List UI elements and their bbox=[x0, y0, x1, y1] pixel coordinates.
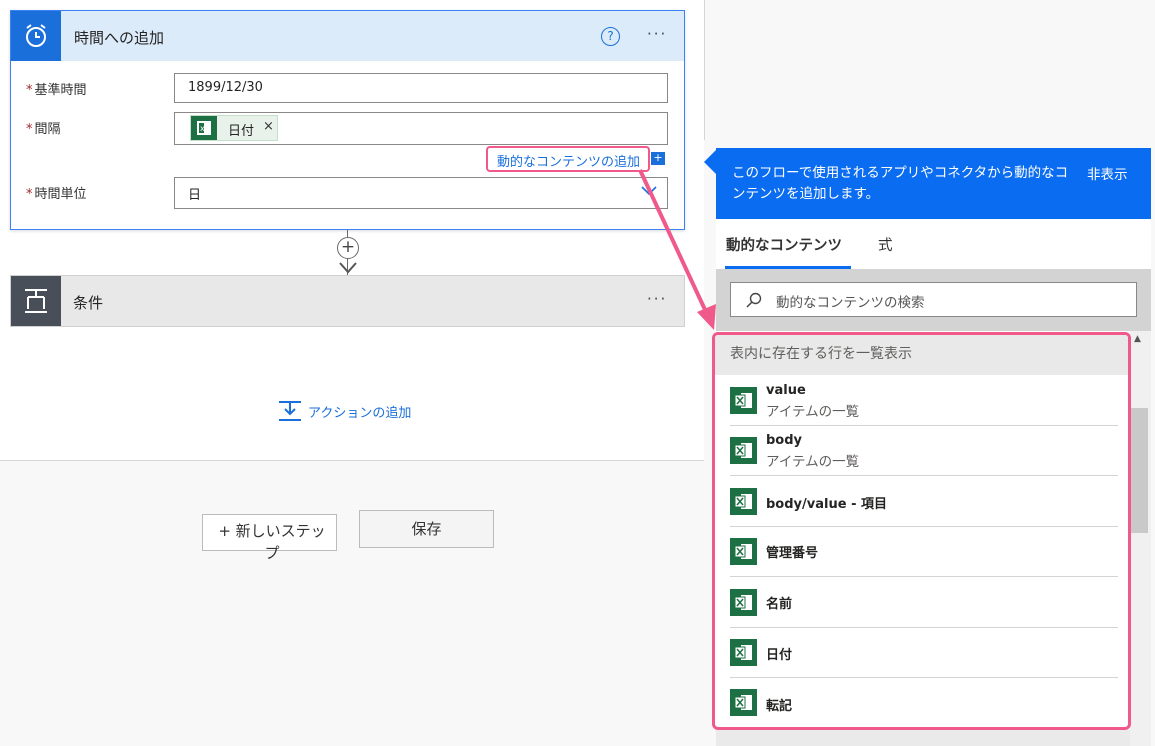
excel-icon bbox=[730, 488, 757, 515]
new-step-button[interactable]: + 新しいステップ bbox=[202, 514, 337, 562]
item-name: 名前 bbox=[766, 597, 793, 612]
list-item[interactable]: body アイテムの一覧 bbox=[730, 426, 1118, 476]
add-action-button[interactable]: アクションの追加 bbox=[278, 400, 411, 426]
item-name: 日付 bbox=[766, 648, 793, 663]
excel-icon bbox=[730, 538, 757, 565]
add-dynamic-content-link[interactable]: 動的なコンテンツの追加 bbox=[497, 151, 640, 170]
card-header[interactable]: 時間への追加 ? ··· bbox=[11, 11, 684, 61]
more-options-icon[interactable]: ··· bbox=[647, 290, 667, 308]
token-remove-icon[interactable]: × bbox=[263, 119, 274, 134]
scroll-up-icon[interactable]: ▲ bbox=[1134, 334, 1141, 344]
list-item[interactable]: 管理番号 bbox=[730, 527, 1118, 577]
more-options-icon[interactable]: ··· bbox=[647, 25, 667, 43]
arrow-down-icon bbox=[339, 262, 357, 274]
add-action-label: アクションの追加 bbox=[308, 406, 412, 421]
chevron-down-icon bbox=[641, 186, 657, 196]
item-name: 管理番号 bbox=[766, 546, 819, 561]
dynamic-content-link-highlight: 動的なコンテンツの追加 bbox=[486, 146, 650, 172]
list-item[interactable]: 名前 bbox=[730, 577, 1118, 628]
panel-pointer bbox=[704, 150, 716, 174]
item-name: body/value - 項目 bbox=[766, 497, 887, 512]
next-section-peek bbox=[716, 730, 1130, 746]
interval-input[interactable]: x 日付 × bbox=[174, 112, 668, 145]
add-action-icon bbox=[279, 401, 301, 421]
insert-step-plus-icon[interactable]: + bbox=[337, 237, 359, 259]
list-item[interactable]: 日付 bbox=[730, 628, 1118, 678]
panel-description: このフローで使用されるアプリやコネクタから動的なコンテンツを追加します。 bbox=[732, 165, 1069, 202]
search-placeholder: 動的なコンテンツの検索 bbox=[776, 295, 925, 311]
search-input[interactable]: 動的なコンテンツの検索 bbox=[730, 282, 1137, 317]
action-card-add-to-time[interactable]: 時間への追加 ? ··· * 基準時間 1899/12/30 * 間隔 x 日付 ×… bbox=[10, 10, 685, 230]
alarm-clock-icon bbox=[11, 11, 61, 61]
time-unit-value: 日 bbox=[188, 188, 202, 203]
item-name: 転記 bbox=[766, 699, 793, 714]
save-button[interactable]: 保存 bbox=[359, 510, 494, 548]
excel-icon bbox=[730, 437, 757, 464]
card-title: 時間への追加 bbox=[74, 29, 165, 47]
condition-card[interactable]: 条件 ··· bbox=[10, 275, 685, 327]
list-item[interactable]: value アイテムの一覧 bbox=[730, 375, 1118, 426]
list-item[interactable]: 転記 bbox=[730, 678, 1118, 727]
list-item[interactable]: body/value - 項目 bbox=[730, 476, 1118, 527]
excel-icon bbox=[730, 689, 757, 716]
item-name: body bbox=[766, 433, 803, 448]
item-description: アイテムの一覧 bbox=[766, 454, 860, 470]
dynamic-content-plus-icon[interactable]: + bbox=[651, 152, 665, 165]
scrollbar-track[interactable] bbox=[1130, 331, 1151, 746]
dynamic-content-list: 表内に存在する行を一覧表示 value アイテムの一覧 body アイテムの一覧… bbox=[712, 332, 1131, 730]
condition-title: 条件 bbox=[73, 294, 104, 312]
excel-icon bbox=[730, 589, 757, 616]
hide-panel-button[interactable]: 非表示 bbox=[1087, 163, 1128, 183]
help-icon[interactable]: ? bbox=[601, 27, 620, 46]
item-description: アイテムの一覧 bbox=[766, 404, 860, 420]
tab-dynamic-content[interactable]: 動的なコンテンツ bbox=[726, 234, 842, 255]
time-unit-select[interactable]: 日 bbox=[174, 177, 668, 209]
dynamic-token-date[interactable]: x 日付 × bbox=[190, 115, 278, 141]
canvas-divider bbox=[704, 0, 705, 140]
excel-icon bbox=[730, 639, 757, 666]
svg-text:x: x bbox=[200, 124, 205, 133]
condition-icon bbox=[11, 276, 61, 326]
scrollbar-thumb[interactable] bbox=[1130, 408, 1148, 533]
panel-header: このフローで使用されるアプリやコネクタから動的なコンテンツを追加します。 非表示 bbox=[716, 148, 1151, 219]
token-label: 日付 bbox=[228, 124, 255, 139]
base-time-input[interactable]: 1899/12/30 bbox=[174, 73, 668, 103]
tab-expression[interactable]: 式 bbox=[878, 234, 893, 255]
list-section-header[interactable]: 表内に存在する行を一覧表示 bbox=[715, 335, 1128, 375]
search-area: 動的なコンテンツの検索 bbox=[716, 269, 1151, 331]
item-name: value bbox=[766, 383, 806, 398]
time-unit-label: * 時間単位 bbox=[26, 187, 87, 202]
excel-icon: x bbox=[191, 116, 217, 140]
base-time-label: * 基準時間 bbox=[26, 83, 87, 98]
section-title: 表内に存在する行を一覧表示 bbox=[730, 346, 912, 362]
search-icon bbox=[746, 292, 762, 308]
interval-label: * 間隔 bbox=[26, 122, 61, 137]
excel-icon bbox=[730, 387, 757, 414]
